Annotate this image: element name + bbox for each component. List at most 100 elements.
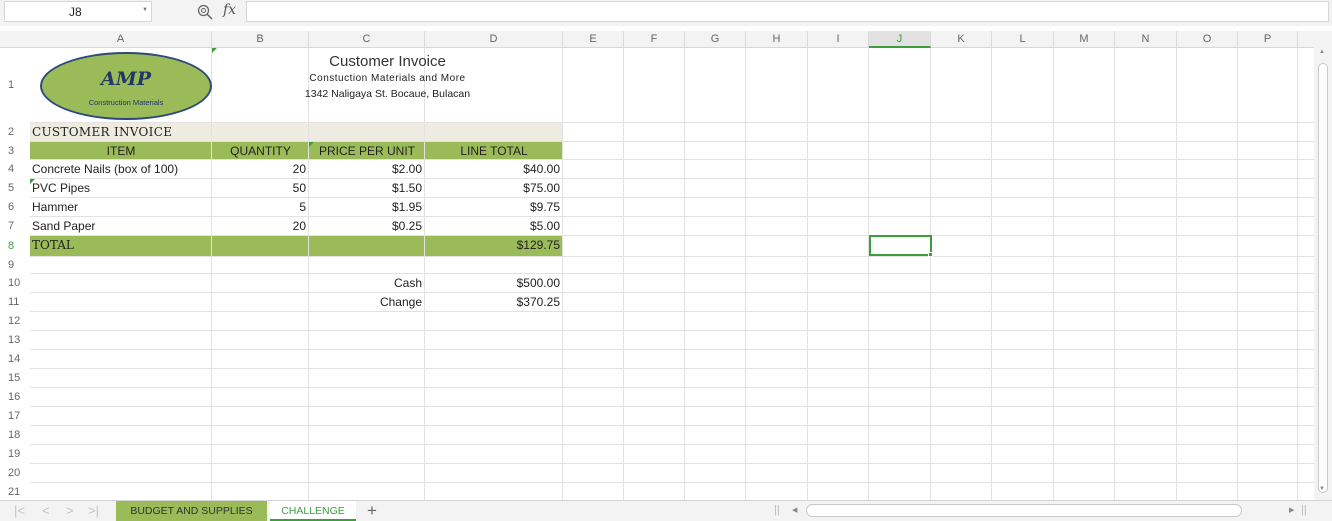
active-cell-selection[interactable] [869,235,932,256]
formula-input[interactable] [246,1,1329,22]
grid-line [30,330,1314,331]
item-quantity[interactable]: 50 [212,181,306,195]
scroll-down-icon[interactable]: ▼ [1319,486,1325,492]
row-header-6[interactable]: 6 [0,198,30,217]
item-quantity[interactable]: 20 [212,219,306,233]
tab-challenge[interactable]: CHALLENGE [270,501,356,521]
column-header-f[interactable]: F [624,31,685,48]
split-handle-icon[interactable]: || [1301,504,1307,516]
chevron-down-icon[interactable]: ▼ [142,7,148,13]
col-header-item[interactable]: ITEM [30,144,212,158]
column-header-m[interactable]: M [1054,31,1115,48]
section-title[interactable]: CUSTOMER INVOICE [32,125,172,139]
grid-line [1114,48,1115,500]
column-header-g[interactable]: G [685,31,746,48]
function-icon[interactable]: fx [223,2,236,18]
item-line-total[interactable]: $9.75 [425,200,560,214]
column-header-j[interactable]: J [869,31,931,48]
item-price[interactable]: $1.50 [309,181,422,195]
row-header-1[interactable]: 1 [0,48,30,123]
column-header-k[interactable]: K [931,31,992,48]
change-value[interactable]: $370.25 [425,295,560,309]
tab-budget-and-supplies[interactable]: BUDGET AND SUPPLIES [116,501,267,521]
row-header-15[interactable]: 15 [0,369,30,388]
col-header-line-total[interactable]: LINE TOTAL [425,144,563,158]
grid-line [30,406,1314,407]
split-handle-icon[interactable]: || [774,504,780,516]
grid-line [30,256,1314,257]
row-header-14[interactable]: 14 [0,350,30,369]
column-header-h[interactable]: H [746,31,808,48]
item-name[interactable]: Hammer [32,200,78,214]
col-header-price[interactable]: PRICE PER UNIT [309,144,425,158]
row-header-13[interactable]: 13 [0,331,30,350]
change-label[interactable]: Change [309,295,422,309]
column-header-a[interactable]: A [30,31,212,48]
item-price[interactable]: $1.95 [309,200,422,214]
item-price[interactable]: $0.25 [309,219,422,233]
total-label[interactable]: TOTAL [32,238,74,252]
fill-handle[interactable] [928,252,933,257]
row-header-19[interactable]: 19 [0,445,30,464]
row-header-2[interactable]: 2 [0,123,30,142]
column-header-o[interactable]: O [1177,31,1238,48]
column-header-b[interactable]: B [212,31,309,48]
grid-line [30,444,1314,445]
first-sheet-icon[interactable]: |< [14,503,25,518]
item-line-total[interactable]: $5.00 [425,219,560,233]
horizontal-scroll-thumb[interactable] [806,504,1242,517]
grid-line [1053,48,1054,500]
item-name[interactable]: PVC Pipes [32,181,90,195]
item-price[interactable]: $2.00 [309,162,422,176]
row-header-18[interactable]: 18 [0,426,30,445]
item-name[interactable]: Sand Paper [32,219,95,233]
row-header-4[interactable]: 4 [0,160,30,179]
column-header-e[interactable]: E [563,31,624,48]
cash-label[interactable]: Cash [309,276,422,290]
name-box[interactable]: J8 ▼ [4,1,152,22]
row-header-3[interactable]: 3 [0,142,30,160]
prev-sheet-icon[interactable]: < [42,503,50,518]
grid-line [30,235,1314,236]
row-header-7[interactable]: 7 [0,217,30,236]
sheet-grid[interactable]: AMP Construction Materials Customer Invo… [30,48,1314,500]
grid-line [308,48,309,500]
item-quantity[interactable]: 20 [212,162,306,176]
cash-value[interactable]: $500.00 [425,276,560,290]
next-sheet-icon[interactable]: > [66,503,74,518]
item-name[interactable]: Concrete Nails (box of 100) [32,162,178,176]
col-header-quantity[interactable]: QUANTITY [212,144,309,158]
item-quantity[interactable]: 5 [212,200,306,214]
scroll-left-icon[interactable]: ◀ [792,506,797,514]
row-header-9[interactable]: 9 [0,257,30,274]
row-header-17[interactable]: 17 [0,407,30,426]
last-sheet-icon[interactable]: >| [88,503,99,518]
logo-name: AMP [100,68,152,90]
column-header-p[interactable]: P [1238,31,1298,48]
zoom-icon[interactable] [197,4,213,20]
scroll-right-icon[interactable]: ▶ [1289,506,1294,514]
row-header-12[interactable]: 12 [0,312,30,331]
column-header-i[interactable]: I [808,31,869,48]
column-header-n[interactable]: N [1115,31,1177,48]
column-headers: ABCDEFGHIJKLMNOP [0,31,1314,48]
column-header-l[interactable]: L [992,31,1054,48]
row-header-20[interactable]: 20 [0,464,30,483]
row-header-16[interactable]: 16 [0,388,30,407]
grid-line [30,349,1314,350]
row-header-11[interactable]: 11 [0,293,30,312]
add-sheet-button[interactable]: + [367,501,377,521]
total-value[interactable]: $129.75 [425,238,560,252]
vertical-scroll-thumb[interactable] [1318,63,1328,493]
row-header-8[interactable]: 8 [0,236,30,257]
scroll-up-icon[interactable]: ▲ [1319,49,1325,55]
column-header-c[interactable]: C [309,31,425,48]
comment-marker[interactable] [212,48,217,53]
vertical-scrollbar[interactable]: ▲ ▼ [1314,31,1332,500]
row-header-5[interactable]: 5 [0,179,30,198]
item-line-total[interactable]: $75.00 [425,181,560,195]
row-header-10[interactable]: 10 [0,274,30,293]
item-line-total[interactable]: $40.00 [425,162,560,176]
column-header-d[interactable]: D [425,31,563,48]
grid-line [424,48,425,500]
